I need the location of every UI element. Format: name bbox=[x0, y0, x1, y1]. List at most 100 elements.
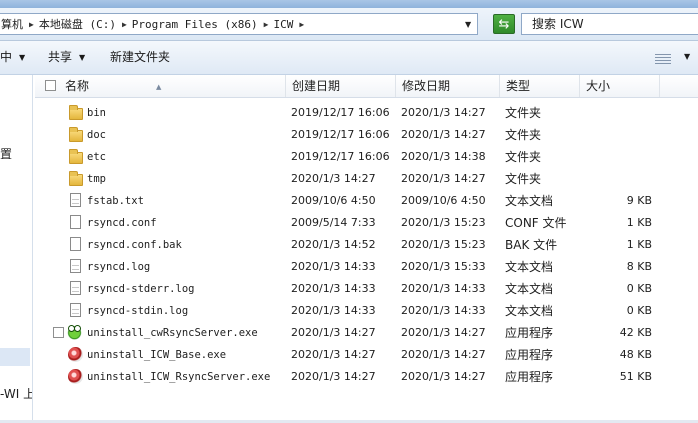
chevron-down-icon: ▼ bbox=[19, 53, 26, 62]
file-modified-date: 2020/1/3 14:33 bbox=[401, 282, 486, 295]
file-size: 8 KB bbox=[626, 260, 652, 273]
address-bar[interactable]: 算机 ▶ 本地磁盘 (C:) ▶ Program Files (x86) ▶ I… bbox=[0, 13, 478, 35]
breadcrumb-local-disk[interactable]: 本地磁盘 (C:) bbox=[37, 16, 119, 32]
column-header-size[interactable]: 大小 bbox=[580, 75, 660, 97]
share-button[interactable]: 共享 ▼ bbox=[48, 41, 85, 74]
blank-file-icon bbox=[70, 215, 81, 229]
file-name: uninstall_ICW_Base.exe bbox=[87, 349, 227, 361]
refresh-button[interactable]: ⇆ bbox=[493, 14, 515, 34]
column-header-created[interactable]: 创建日期 bbox=[286, 75, 396, 97]
file-size: 1 KB bbox=[626, 238, 652, 251]
toolbar-partial-label: 中 bbox=[0, 50, 13, 64]
file-modified-date: 2020/1/3 14:27 bbox=[401, 128, 486, 141]
address-history-dropdown-icon[interactable]: ▼ bbox=[465, 20, 471, 29]
view-dropdown-icon[interactable]: ▼ bbox=[684, 52, 690, 61]
chevron-down-icon: ▼ bbox=[79, 53, 86, 62]
file-created-date: 2019/12/17 16:06 bbox=[291, 106, 390, 119]
file-created-date: 2020/1/3 14:27 bbox=[291, 348, 376, 361]
file-size: 1 KB bbox=[626, 216, 652, 229]
breadcrumb-program-files[interactable]: Program Files (x86) bbox=[130, 18, 261, 31]
nav-item-selected[interactable] bbox=[0, 348, 30, 366]
file-type: BAK 文件 bbox=[505, 238, 558, 252]
column-header-row: 名称 ▲ 创建日期 修改日期 类型 大小 bbox=[35, 75, 698, 98]
refresh-arrows-icon: ⇆ bbox=[498, 17, 510, 32]
file-type: 应用程序 bbox=[505, 370, 554, 384]
file-modified-date: 2020/1/3 15:33 bbox=[401, 260, 486, 273]
file-modified-date: 2020/1/3 14:27 bbox=[401, 326, 486, 339]
file-type: 文本文档 bbox=[505, 282, 554, 296]
file-row[interactable]: doc 2019/12/17 16:06 2020/1/3 14:27 文件夹 bbox=[35, 124, 698, 146]
toolbar-partial-button[interactable]: 中 ▼ bbox=[0, 41, 25, 74]
file-size bbox=[595, 146, 652, 168]
file-created-date: 2020/1/3 14:27 bbox=[291, 370, 376, 383]
setup-app-icon bbox=[68, 347, 83, 362]
file-type: 文件夹 bbox=[505, 150, 542, 164]
row-checkbox[interactable] bbox=[53, 327, 64, 338]
blank-file-icon bbox=[70, 237, 81, 251]
column-header-type[interactable]: 类型 bbox=[500, 75, 580, 97]
file-name: uninstall_ICW_RsyncServer.exe bbox=[87, 371, 271, 383]
window-title-strip bbox=[0, 0, 698, 8]
file-modified-date: 2020/1/3 14:27 bbox=[401, 172, 486, 185]
breadcrumb-chevron-icon[interactable]: ▶ bbox=[119, 20, 130, 29]
folder-icon bbox=[69, 149, 83, 164]
file-row[interactable]: rsyncd.conf 2009/5/14 7:33 2020/1/3 15:23 C… bbox=[35, 212, 698, 234]
file-row[interactable]: rsyncd-stderr.log 2020/1/3 14:33 2020/1/3 … bbox=[35, 278, 698, 300]
folder-icon bbox=[69, 171, 83, 186]
file-name: rsyncd.conf.bak bbox=[87, 239, 182, 251]
file-modified-date: 2020/1/3 15:23 bbox=[401, 216, 486, 229]
select-all-checkbox[interactable] bbox=[45, 80, 56, 91]
breadcrumb-chevron-icon[interactable]: ▶ bbox=[26, 20, 37, 29]
file-size bbox=[595, 168, 652, 190]
nav-item-partial[interactable]: 置 bbox=[0, 145, 12, 162]
file-size: 9 KB bbox=[626, 194, 652, 207]
file-created-date: 2020/1/3 14:33 bbox=[291, 282, 376, 295]
file-row[interactable]: bin 2019/12/17 16:06 2020/1/3 14:27 文件夹 bbox=[35, 102, 698, 124]
column-header-name[interactable]: 名称 ▲ bbox=[59, 75, 286, 97]
breadcrumb-computer[interactable]: 算机 bbox=[0, 16, 26, 32]
file-row[interactable]: uninstall_ICW_RsyncServer.exe 2020/1/3 14… bbox=[35, 366, 698, 388]
text-document-icon bbox=[70, 193, 81, 207]
header-name-label: 名称 bbox=[65, 79, 90, 93]
file-name: rsyncd-stderr.log bbox=[87, 283, 195, 295]
file-modified-date: 2020/1/3 14:33 bbox=[401, 304, 486, 317]
file-name: uninstall_cwRsyncServer.exe bbox=[87, 327, 258, 339]
file-row[interactable]: rsyncd.conf.bak 2020/1/3 14:52 2020/1/3 15… bbox=[35, 234, 698, 256]
file-name: etc bbox=[87, 151, 106, 163]
column-header-modified[interactable]: 修改日期 bbox=[396, 75, 500, 97]
file-row[interactable]: fstab.txt 2009/10/6 4:50 2009/10/6 4:50 文本文… bbox=[35, 190, 698, 212]
file-modified-date: 2020/1/3 14:27 bbox=[401, 348, 486, 361]
file-type: 应用程序 bbox=[505, 348, 554, 362]
breadcrumb-icw[interactable]: ICW bbox=[271, 18, 296, 31]
file-created-date: 2009/5/14 7:33 bbox=[291, 216, 376, 229]
file-row[interactable]: tmp 2020/1/3 14:27 2020/1/3 14:27 文件夹 bbox=[35, 168, 698, 190]
file-row[interactable]: etc 2019/12/17 16:06 2020/1/3 14:38 文件夹 bbox=[35, 146, 698, 168]
file-created-date: 2020/1/3 14:33 bbox=[291, 260, 376, 273]
file-name: rsyncd.log bbox=[87, 261, 151, 273]
folder-icon bbox=[69, 127, 83, 142]
file-modified-date: 2020/1/3 15:23 bbox=[401, 238, 486, 251]
file-size: 51 KB bbox=[619, 370, 652, 383]
breadcrumb: 算机 ▶ 本地磁盘 (C:) ▶ Program Files (x86) ▶ I… bbox=[0, 14, 307, 34]
file-created-date: 2019/12/17 16:06 bbox=[291, 150, 390, 163]
file-name: bin bbox=[87, 107, 106, 119]
nav-item-partial-2[interactable]: -WI 上 bbox=[0, 385, 32, 402]
file-row[interactable]: rsyncd-stdin.log 2020/1/3 14:33 2020/1/3 1… bbox=[35, 300, 698, 322]
breadcrumb-chevron-icon[interactable]: ▶ bbox=[296, 20, 307, 29]
file-row[interactable]: rsyncd.log 2020/1/3 14:33 2020/1/3 15:33 文本… bbox=[35, 256, 698, 278]
file-type: 文件夹 bbox=[505, 172, 542, 186]
text-document-icon bbox=[70, 281, 81, 295]
view-options-icon[interactable] bbox=[655, 54, 671, 65]
file-created-date: 2019/12/17 16:06 bbox=[291, 128, 390, 141]
file-created-date: 2020/1/3 14:33 bbox=[291, 304, 376, 317]
file-type: CONF 文件 bbox=[505, 216, 567, 230]
file-type: 文本文档 bbox=[505, 260, 554, 274]
file-row[interactable]: uninstall_cwRsyncServer.exe 2020/1/3 14:2… bbox=[35, 322, 698, 344]
file-type: 文件夹 bbox=[505, 106, 542, 120]
search-input[interactable]: 搜索 ICW bbox=[521, 13, 698, 35]
file-row[interactable]: uninstall_ICW_Base.exe 2020/1/3 14:27 2020… bbox=[35, 344, 698, 366]
breadcrumb-chevron-icon[interactable]: ▶ bbox=[261, 20, 272, 29]
file-size bbox=[595, 124, 652, 146]
command-toolbar: 中 ▼ 共享 ▼ 新建文件夹 ▼ bbox=[0, 41, 698, 75]
new-folder-button[interactable]: 新建文件夹 bbox=[110, 41, 170, 74]
